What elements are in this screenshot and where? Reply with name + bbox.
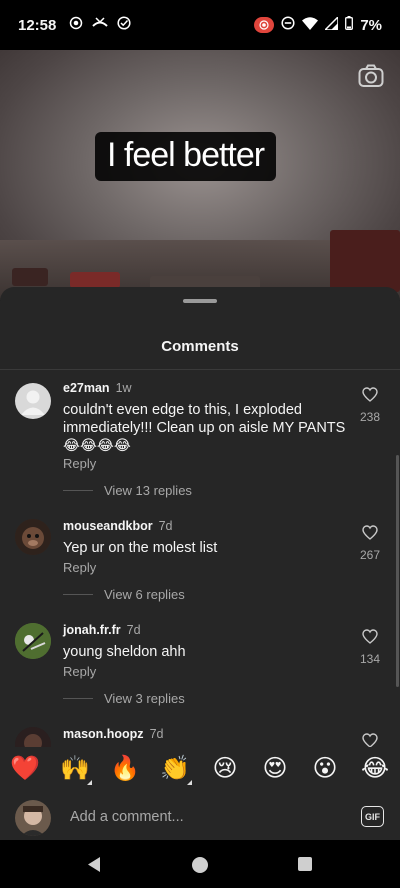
emoji-fire[interactable]: 🔥 bbox=[110, 755, 140, 783]
comment-time: 7d bbox=[126, 623, 141, 637]
emoji-surprised-face[interactable]: 😮 bbox=[310, 755, 340, 783]
heart-icon bbox=[362, 525, 378, 540]
reply-button[interactable]: Reply bbox=[63, 664, 96, 679]
emoji-reaction-bar: ❤️ 🙌 🔥 👏 😢 😍 😮 😂 bbox=[0, 747, 400, 791]
comment-username[interactable]: mouseandkbor bbox=[63, 519, 153, 533]
background-object bbox=[12, 268, 48, 286]
comment-composer: Add a comment... GIF bbox=[0, 795, 400, 840]
heart-icon bbox=[362, 733, 378, 748]
avatar[interactable] bbox=[15, 383, 51, 419]
like-count: 267 bbox=[359, 548, 381, 562]
home-icon[interactable] bbox=[191, 856, 209, 879]
reply-button[interactable]: Reply bbox=[63, 456, 96, 471]
signal-icon bbox=[323, 14, 340, 34]
comment-username[interactable]: jonah.fr.fr bbox=[63, 623, 121, 637]
emoji-clapping-hands[interactable]: 👏 bbox=[160, 755, 192, 785]
emoji-laughing-tears[interactable]: 😂 bbox=[360, 755, 390, 783]
video-caption: I feel better bbox=[95, 132, 277, 181]
system-nav-bar bbox=[0, 840, 400, 888]
avatar[interactable] bbox=[15, 519, 51, 555]
comment-username[interactable]: e27man bbox=[63, 381, 110, 395]
status-time: 12:58 bbox=[18, 16, 57, 34]
comment-text: young sheldon ahh bbox=[63, 644, 186, 660]
view-replies-button[interactable]: View 13 replies bbox=[63, 483, 192, 498]
view-replies-label: View 6 replies bbox=[104, 587, 185, 602]
divider bbox=[0, 369, 400, 370]
view-replies-button[interactable]: View 6 replies bbox=[63, 587, 185, 602]
thread-line bbox=[63, 594, 93, 595]
like-count: 134 bbox=[359, 652, 381, 666]
like-button[interactable]: 238 bbox=[355, 387, 385, 424]
sheet-drag-handle[interactable] bbox=[183, 299, 217, 303]
back-icon[interactable] bbox=[86, 856, 102, 878]
comment-username[interactable]: mason.hoopz bbox=[63, 727, 144, 741]
emoji-raising-hands[interactable]: 🙌 bbox=[60, 755, 92, 785]
battery-icon bbox=[345, 16, 354, 34]
emoji-crying-face[interactable]: 😢 bbox=[210, 755, 240, 783]
thread-line bbox=[63, 490, 93, 491]
sheet-title: Comments bbox=[161, 338, 239, 355]
comment-header: e27man 1w bbox=[63, 381, 132, 395]
reply-button[interactable]: Reply bbox=[63, 560, 96, 575]
my-avatar bbox=[15, 800, 51, 836]
skin-tone-indicator bbox=[87, 780, 92, 785]
missed-call-icon bbox=[92, 16, 109, 34]
avatar[interactable] bbox=[15, 623, 51, 659]
comment-text: Yep ur on the molest list bbox=[63, 540, 218, 556]
check-circle-icon bbox=[117, 16, 131, 34]
thread-line bbox=[63, 698, 93, 699]
comment-header: mouseandkbor 7d bbox=[63, 519, 173, 533]
like-button[interactable]: 267 bbox=[355, 525, 385, 562]
heart-icon bbox=[362, 387, 378, 402]
comment-header: jonah.fr.fr 7d bbox=[63, 623, 141, 637]
camera-icon[interactable] bbox=[358, 64, 384, 93]
background-object bbox=[330, 230, 400, 292]
battery-percent: 7% bbox=[360, 16, 382, 34]
video-preview[interactable]: I feel better bbox=[0, 50, 400, 300]
comment-text: couldn't even edge to this, I exploded i… bbox=[63, 402, 346, 454]
background-object bbox=[70, 272, 120, 288]
emoji-heart-eyes[interactable]: 😍 bbox=[260, 755, 290, 783]
emoji-glyph: 🙌 bbox=[60, 755, 90, 782]
comment-time: 7d bbox=[149, 727, 164, 741]
comment-time: 7d bbox=[158, 519, 173, 533]
like-button[interactable]: 134 bbox=[355, 629, 385, 666]
view-replies-button[interactable]: View 3 replies bbox=[63, 691, 185, 706]
recents-icon[interactable] bbox=[297, 856, 313, 877]
view-replies-label: View 3 replies bbox=[104, 691, 185, 706]
comment-input[interactable]: Add a comment... bbox=[70, 809, 184, 825]
emoji-glyph: 👏 bbox=[160, 755, 190, 782]
like-count: 238 bbox=[359, 410, 381, 424]
do-not-disturb-icon bbox=[281, 16, 295, 34]
emoji-red-heart[interactable]: ❤️ bbox=[10, 755, 40, 783]
heart-icon bbox=[362, 629, 378, 644]
comment-time: 1w bbox=[115, 381, 132, 395]
skin-tone-indicator bbox=[187, 780, 192, 785]
wifi-icon bbox=[302, 16, 319, 34]
location-icon bbox=[69, 16, 83, 34]
scrollbar[interactable] bbox=[396, 455, 399, 687]
comment-header: mason.hoopz 7d bbox=[63, 727, 163, 741]
gif-button[interactable]: GIF bbox=[361, 806, 384, 827]
status-bar: 12:58 7% bbox=[0, 0, 400, 50]
screen-record-icon bbox=[254, 17, 275, 33]
view-replies-label: View 13 replies bbox=[104, 483, 192, 498]
